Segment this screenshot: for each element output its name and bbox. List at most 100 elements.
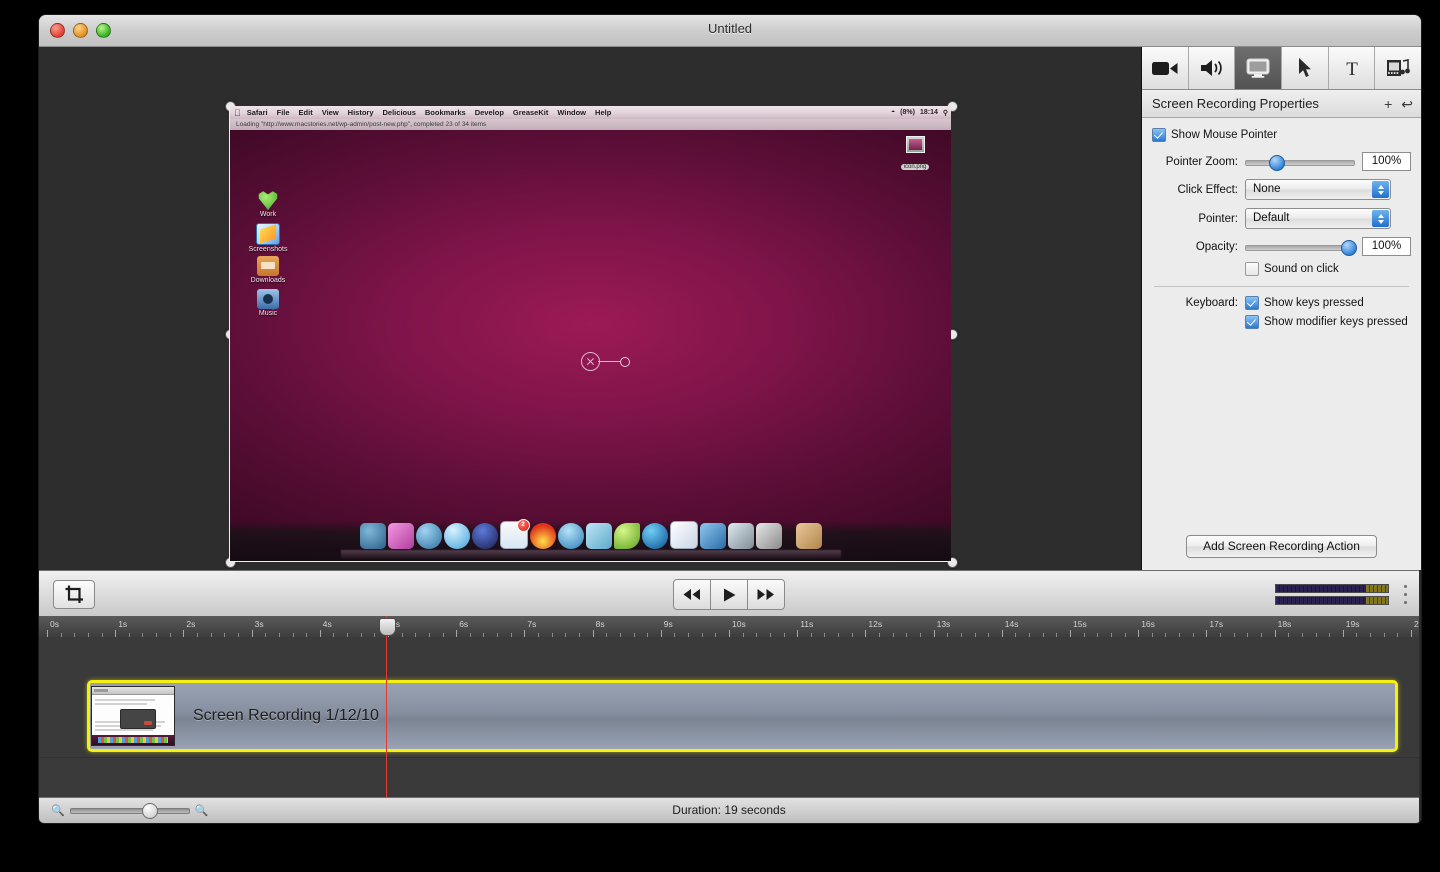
window-body:  Safari File Edit View History Deliciou… <box>39 47 1421 823</box>
dock-icon-safari <box>443 523 470 549</box>
dock-badge-count: 2 <box>516 519 530 532</box>
slider-knob[interactable] <box>1341 239 1357 256</box>
menu-item-develop: Develop <box>467 108 504 117</box>
ruler-label: 15s <box>1073 619 1087 629</box>
dock-icon-dashboard <box>387 523 414 549</box>
row-show-modifier-keys[interactable]: Show modifier keys pressed <box>1152 315 1411 329</box>
folder-work-icon <box>258 191 278 210</box>
dock-icon-finder <box>359 523 386 549</box>
stepper-arrows-icon[interactable] <box>1372 210 1389 227</box>
ruler-tick-major <box>183 630 185 637</box>
inspector-toolbar[interactable]: T <box>1142 47 1421 90</box>
ruler-label: 6s <box>459 619 469 629</box>
ruler-label: 10s <box>732 619 746 629</box>
add-action-wrap: Add Screen Recording Action <box>1142 535 1421 558</box>
menu-item-help: Help <box>588 108 611 117</box>
fast-forward-icon <box>757 589 774 600</box>
show-keys-pressed-checkbox[interactable] <box>1245 296 1259 310</box>
pointer-zoom-value[interactable]: 100% <box>1362 152 1411 171</box>
tab-media[interactable] <box>1375 47 1421 89</box>
ruler-label: 16s <box>1141 619 1155 629</box>
status-bar: 🔍 🔍 Duration: 19 seconds <box>39 797 1419 823</box>
speaker-icon <box>1200 60 1222 76</box>
recorded-menubar:  Safari File Edit View History Deliciou… <box>230 106 951 119</box>
revert-button[interactable]: ↩ <box>1401 97 1413 111</box>
click-effect-label: Click Effect: <box>1177 183 1239 196</box>
desktop-file-icon: icon.png <box>893 136 937 173</box>
ruler-tick-major <box>1274 630 1276 637</box>
ruler-tick-major <box>319 630 321 637</box>
sound-on-click-checkbox[interactable] <box>1245 262 1259 276</box>
menu-item-delicious: Delicious <box>375 108 416 117</box>
video-frame[interactable]:  Safari File Edit View History Deliciou… <box>230 106 951 561</box>
recorded-loading-status: Loading "http://www.macstories.net/wp-ad… <box>230 119 951 130</box>
show-mouse-pointer-checkbox[interactable] <box>1152 128 1166 142</box>
video-content:  Safari File Edit View History Deliciou… <box>230 106 951 561</box>
opacity-slider[interactable] <box>1245 239 1357 256</box>
svg-text:T: T <box>1346 59 1358 78</box>
ruler-label: 1s <box>118 619 128 629</box>
dock-items: 2 <box>359 519 822 549</box>
rewind-button[interactable] <box>673 579 711 610</box>
play-icon <box>723 588 735 601</box>
ruler-tick-major <box>47 630 48 637</box>
tab-video[interactable] <box>1142 47 1189 89</box>
timeline-clip[interactable]: Screen Recording 1/12/10 <box>87 680 1398 752</box>
app-window: Untitled  <box>38 14 1422 824</box>
ruler-label: 3s <box>254 619 264 629</box>
crop-button[interactable] <box>53 580 95 609</box>
row-pointer[interactable]: Pointer: Default <box>1152 208 1411 229</box>
desktop-icon-label: Work <box>259 211 277 218</box>
click-effect-select[interactable]: None <box>1245 179 1391 200</box>
transport-bar <box>39 570 1419 618</box>
pointer-zoom-label: Pointer Zoom: <box>1165 155 1238 168</box>
menu-item-greasekit: GreaseKit <box>506 108 548 117</box>
row-show-keys-pressed[interactable]: Keyboard: Show keys pressed <box>1152 296 1411 310</box>
inspector-title: Screen Recording Properties <box>1152 96 1319 111</box>
add-screen-recording-action-button[interactable]: Add Screen Recording Action <box>1186 535 1377 558</box>
dock-icon-browser <box>415 523 442 549</box>
row-pointer-zoom[interactable]: Pointer Zoom: 100% <box>1152 152 1411 171</box>
dock-icon-maps <box>557 523 584 549</box>
desktop-icon-label: Music <box>258 310 278 317</box>
timeline-playhead[interactable] <box>379 616 396 823</box>
tab-text[interactable]: T <box>1328 47 1376 89</box>
row-show-mouse-pointer[interactable]: Show Mouse Pointer <box>1152 128 1411 142</box>
timeline-ruler[interactable]: 0s1s2s3s4s5s6s7s8s9s10s11s12s13s14s15s16… <box>39 616 1419 638</box>
ruler-tick-major <box>1001 630 1003 637</box>
mouse-pointer-overlay[interactable] <box>581 352 630 371</box>
preview-canvas[interactable]:  Safari File Edit View History Deliciou… <box>39 47 1142 582</box>
inspector-header: Screen Recording Properties + ↩ <box>1142 90 1421 118</box>
playhead-knob[interactable] <box>379 618 396 636</box>
add-property-button[interactable]: + <box>1384 97 1392 111</box>
stepper-arrows-icon[interactable] <box>1372 181 1389 198</box>
window-titlebar[interactable]: Untitled <box>39 15 1421 47</box>
slider-knob[interactable] <box>1269 154 1286 171</box>
pointer-anchor-handle[interactable] <box>620 357 630 367</box>
pointer-zoom-slider[interactable] <box>1245 154 1355 171</box>
row-sound-on-click[interactable]: Sound on click <box>1152 262 1411 276</box>
row-opacity[interactable]: Opacity: 100% <box>1152 237 1411 256</box>
tab-screen-recording[interactable] <box>1235 47 1283 89</box>
opacity-label: Opacity: <box>1195 240 1238 253</box>
pointer-select[interactable]: Default <box>1245 208 1391 229</box>
dock-reflection <box>340 550 841 559</box>
dock-icon-leaf <box>613 523 640 549</box>
tab-cursor[interactable] <box>1282 47 1329 89</box>
show-modifier-keys-checkbox[interactable] <box>1245 315 1259 329</box>
menu-item-bookmarks: Bookmarks <box>418 108 466 117</box>
opacity-value[interactable]: 100% <box>1362 237 1411 256</box>
row-click-effect[interactable]: Click Effect: None <box>1152 179 1411 200</box>
pointer-label: Pointer: <box>1198 212 1238 225</box>
desktop-icon-music: Music <box>242 289 294 317</box>
ruler-label: 19s <box>1345 619 1360 629</box>
inspector-body: Show Mouse Pointer Pointer Zoom: 100% Cl… <box>1142 118 1421 329</box>
playback-controls[interactable] <box>673 579 785 610</box>
desktop-icon-downloads: Downloads <box>242 256 294 284</box>
play-button[interactable] <box>710 579 748 610</box>
tab-audio[interactable] <box>1188 47 1236 89</box>
recorded-desktop: icon.png Work Screenshots Downloads Musi… <box>230 130 951 561</box>
folder-screenshots-icon <box>256 223 280 245</box>
dock-icon-tasks: 2 <box>499 519 530 549</box>
fast-forward-button[interactable] <box>747 579 785 610</box>
